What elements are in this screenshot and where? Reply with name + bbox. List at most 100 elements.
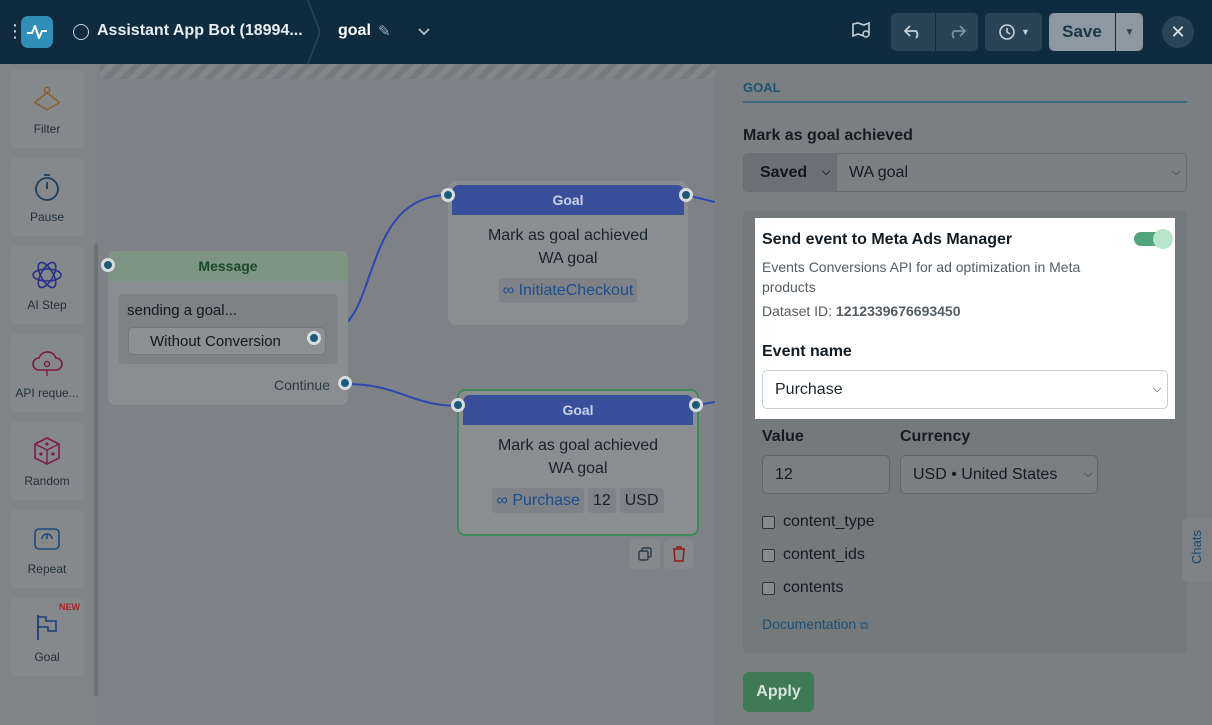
event-tag: ∞ InitiateCheckout: [498, 278, 638, 303]
flow-canvas[interactable]: Filter Pause AI Step API reque... Random: [0, 64, 715, 725]
goal2-output-port[interactable]: [689, 398, 703, 412]
history-button[interactable]: ▼: [985, 13, 1042, 51]
goal-text: Mark as goal achieved: [487, 227, 649, 244]
copy-icon: [638, 547, 652, 561]
map-search-icon[interactable]: [852, 21, 872, 45]
section-tab-goal[interactable]: GOAL: [743, 80, 781, 95]
message-bubble: sending a goal... Without Conversion: [118, 294, 338, 364]
meta-icon: ∞: [496, 492, 508, 509]
currency-select[interactable]: USD • United States ⌵: [900, 455, 1098, 494]
undo-button[interactable]: [891, 13, 935, 51]
caret-down-icon: ▼: [1021, 27, 1030, 37]
dataset-id-row: Dataset ID: 1212339676693450: [762, 303, 961, 319]
tool-label: AI Step: [27, 298, 67, 312]
event-name-select[interactable]: Purchase ⌵: [762, 370, 1168, 409]
dice-icon: [30, 434, 64, 468]
undo-icon: [904, 25, 919, 39]
node-header: Goal: [463, 395, 693, 425]
currency-label: Currency: [900, 428, 971, 445]
meta-toggle[interactable]: [1134, 229, 1173, 249]
chats-tab-label: Chats: [1189, 530, 1204, 564]
trash-icon: [673, 546, 685, 562]
value-tag: 12: [587, 488, 616, 513]
edit-pencil-icon[interactable]: ✎: [378, 22, 391, 40]
tool-label: Repeat: [27, 562, 67, 576]
chevron-down-icon: ⌵: [822, 166, 831, 178]
tools-scrollbar[interactable]: [94, 244, 98, 696]
goal-node-purchase[interactable]: Goal Mark as goal achieved WA goal ∞ Pur…: [457, 389, 699, 536]
repeat-icon: [30, 522, 64, 556]
chevron-down-icon: ⌵: [1172, 166, 1181, 178]
node-header: Goal: [452, 185, 684, 215]
history-icon: [999, 24, 1015, 40]
mark-goal-label: Mark as goal achieved: [743, 127, 913, 144]
currency-tag: USD: [619, 488, 664, 513]
checkbox[interactable]: [762, 548, 775, 562]
goal-select[interactable]: WA goal ⌵: [836, 153, 1187, 192]
checkbox-content-ids[interactable]: content_ids: [762, 546, 865, 564]
message-text: sending a goal...: [127, 302, 238, 319]
breadcrumb-separator-icon: [307, 0, 321, 64]
tool-label: API reque...: [15, 386, 79, 400]
continue-label: Continue: [273, 377, 330, 393]
goal1-input-port[interactable]: [441, 188, 455, 202]
goal-node-initiate-checkout[interactable]: Goal Mark as goal achieved WA goal ∞ Ini…: [448, 181, 688, 325]
save-button[interactable]: Save: [1049, 13, 1115, 51]
chevron-down-icon: ⌵: [1084, 468, 1093, 480]
caret-down-icon: ▼: [1124, 26, 1135, 38]
bot-title[interactable]: Assistant App Bot (18994...: [97, 22, 303, 40]
tool-random[interactable]: Random: [10, 422, 84, 500]
tool-goal[interactable]: NEW Goal: [10, 598, 84, 676]
dataset-id: 1212339676693450: [835, 303, 961, 319]
filter-icon: [30, 82, 64, 116]
tools-panel: Filter Pause AI Step API reque... Random: [0, 64, 96, 725]
redo-icon: [951, 25, 966, 39]
apply-button[interactable]: Apply: [743, 672, 814, 712]
dataset-label: Dataset ID:: [762, 303, 833, 319]
checkbox[interactable]: [762, 515, 775, 529]
checkbox-content-type[interactable]: content_type: [762, 513, 875, 531]
close-button[interactable]: ✕: [1162, 16, 1194, 48]
meta-icon: ∞: [502, 282, 515, 299]
save-options-button[interactable]: ▼: [1116, 13, 1143, 51]
atom-icon: [30, 258, 64, 292]
new-badge: NEW: [59, 602, 80, 612]
tool-pause[interactable]: Pause: [10, 158, 84, 236]
goal1-output-port[interactable]: [679, 188, 693, 202]
pulse-icon: [27, 25, 47, 39]
flow-name[interactable]: goal: [338, 22, 371, 40]
tool-filter[interactable]: Filter: [10, 70, 84, 148]
event-tag: ∞ Purchase: [492, 488, 584, 513]
value-input[interactable]: 12: [762, 455, 890, 494]
app-logo[interactable]: [21, 16, 53, 48]
continue-output-port[interactable]: [338, 376, 352, 390]
checkbox-contents[interactable]: contents: [762, 579, 843, 597]
checkbox[interactable]: [762, 581, 775, 595]
meta-title: Send event to Meta Ads Manager: [762, 231, 1013, 248]
chevron-down-icon[interactable]: [416, 24, 432, 40]
button-output-port[interactable]: [307, 331, 321, 345]
tool-repeat[interactable]: Repeat: [10, 510, 84, 588]
goal-name: WA goal: [538, 250, 598, 267]
event-name-label: Event name: [762, 343, 852, 360]
value-label: Value: [762, 428, 804, 445]
close-icon: ✕: [1170, 21, 1186, 42]
message-input-port[interactable]: [101, 258, 115, 272]
tool-label: Filter: [33, 122, 61, 136]
section-divider: [743, 101, 1187, 103]
message-node[interactable]: Message sending a goal... Without Conver…: [108, 251, 348, 405]
tool-label: Goal: [34, 650, 60, 664]
redo-button[interactable]: [936, 13, 978, 51]
documentation-link[interactable]: Documentation ⧉: [762, 616, 868, 633]
node-header: Message: [108, 251, 348, 281]
tool-label: Pause: [29, 210, 65, 224]
tool-ai-step[interactable]: AI Step: [10, 246, 84, 324]
whatsapp-icon: [73, 24, 89, 40]
goal2-input-port[interactable]: [451, 398, 465, 412]
goal-status-select[interactable]: Saved ⌵: [743, 153, 836, 192]
tool-api-request[interactable]: API reque...: [10, 334, 84, 412]
delete-node-button[interactable]: [664, 539, 694, 569]
without-conversion-button[interactable]: Without Conversion: [128, 327, 326, 355]
stopwatch-icon: [30, 170, 64, 204]
duplicate-node-button[interactable]: [630, 539, 660, 569]
